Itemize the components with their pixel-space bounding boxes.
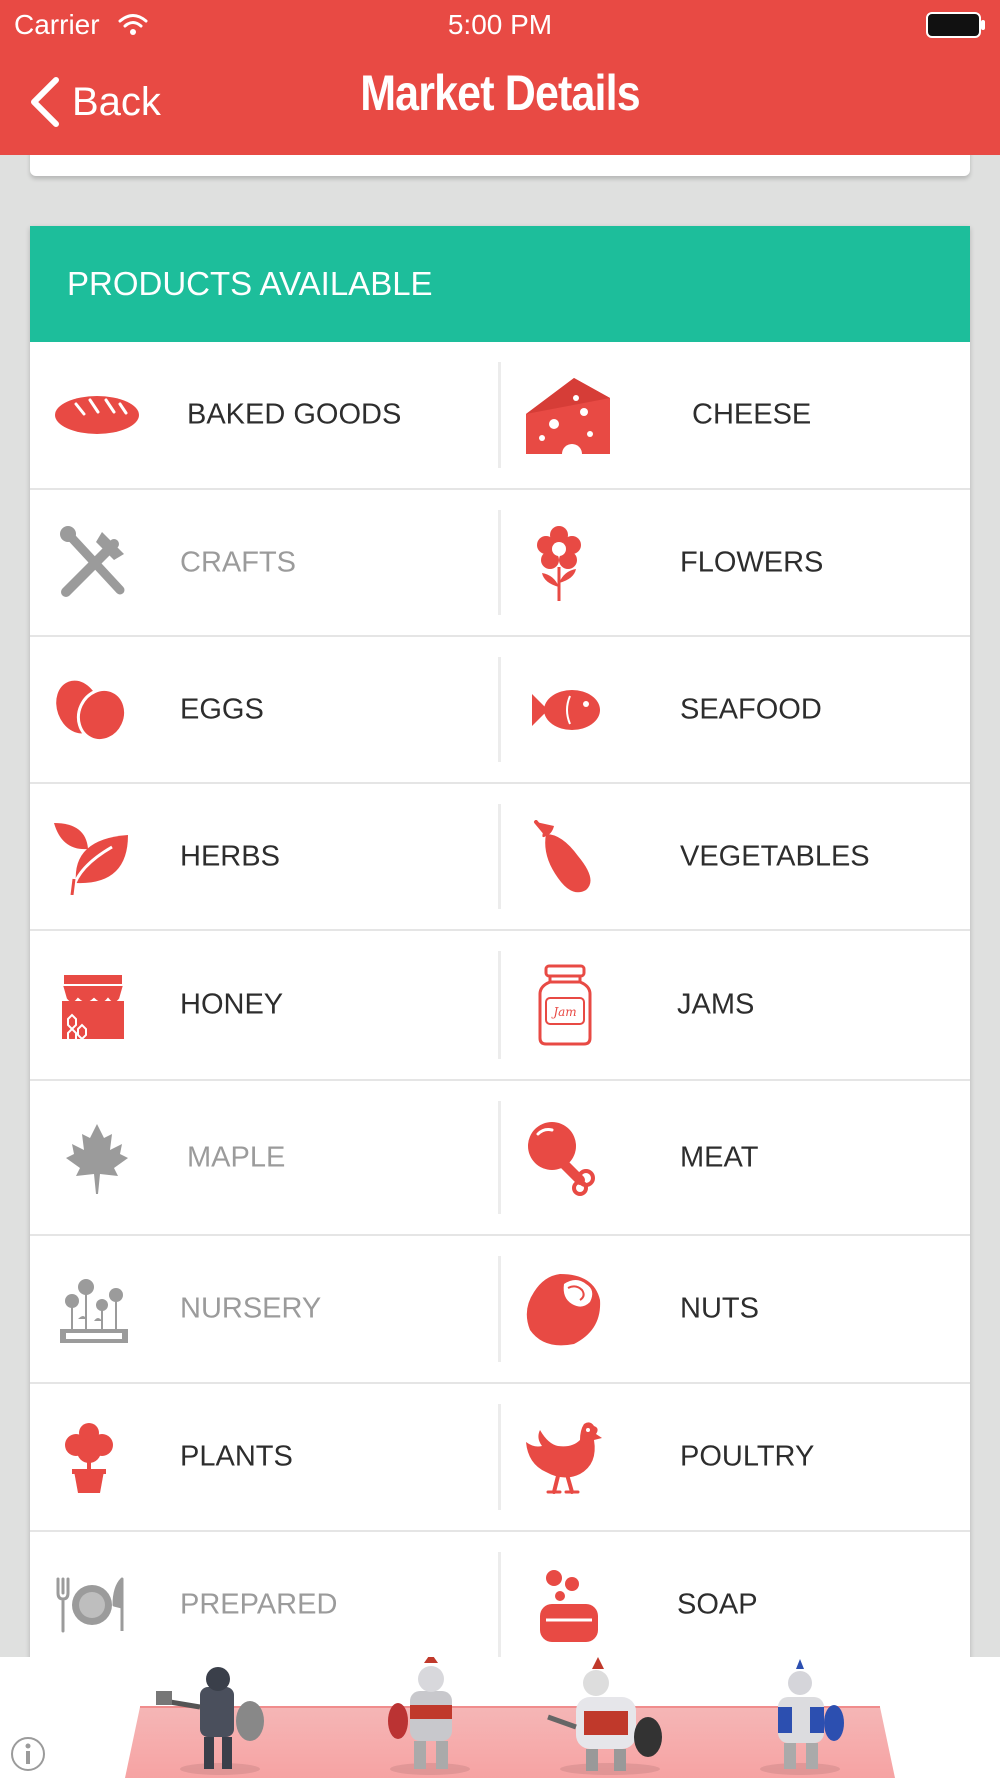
product-nursery[interactable]: NURSERY	[30, 1236, 500, 1382]
battery-icon	[926, 12, 985, 38]
product-label: POULTRY	[680, 1440, 815, 1473]
jam-jar-icon: Jam	[538, 964, 592, 1046]
chicken-icon	[526, 1422, 602, 1494]
product-cheese[interactable]: CHEESE	[500, 342, 970, 488]
product-seafood[interactable]: SEAFOOD	[500, 637, 970, 782]
product-label: CHEESE	[692, 398, 812, 431]
product-meat[interactable]: MEAT	[500, 1081, 970, 1234]
product-crafts[interactable]: CRAFTS	[30, 490, 500, 635]
honey-jar-icon	[60, 975, 126, 1039]
product-jams[interactable]: Jam JAMS	[500, 931, 970, 1079]
product-label: MAPLE	[187, 1141, 286, 1173]
product-label: SEAFOOD	[680, 693, 822, 725]
product-baked-goods[interactable]: BAKED GOODS	[30, 342, 500, 488]
status-time: 5:00 PM	[447, 9, 553, 40]
product-row: BAKED GOODS CHEESE	[30, 342, 970, 490]
potted-tree-icon	[65, 1423, 113, 1493]
product-label: NUTS	[680, 1292, 759, 1325]
product-flowers[interactable]: FLOWERS	[500, 490, 970, 635]
product-label: PLANTS	[180, 1440, 293, 1473]
info-icon[interactable]	[10, 1736, 46, 1772]
drumstick-icon	[528, 1121, 595, 1196]
product-poultry[interactable]: POULTRY	[500, 1384, 970, 1530]
product-label: CRAFTS	[180, 546, 296, 578]
products-header: PRODUCTS AVAILABLE	[30, 226, 970, 342]
product-label: VEGETABLES	[680, 840, 870, 872]
fish-icon	[532, 689, 600, 730]
product-label: JAMS	[677, 988, 755, 1021]
crafts-tools-icon	[60, 525, 125, 597]
soap-bubbles-icon	[540, 1570, 598, 1642]
product-label: BAKED GOODS	[187, 398, 402, 431]
eggs-icon	[56, 680, 128, 742]
product-label: PREPARED	[180, 1588, 338, 1621]
maple-leaf-icon	[66, 1123, 128, 1194]
ad-game-artwork	[125, 1657, 895, 1778]
product-plants[interactable]: PLANTS	[30, 1384, 500, 1530]
flower-icon	[537, 525, 581, 601]
product-row: NURSERY NUTS	[30, 1236, 970, 1384]
product-herbs[interactable]: HERBS	[30, 784, 500, 929]
product-row: PLANTS POULTRY	[30, 1384, 970, 1532]
product-label: MEAT	[680, 1141, 759, 1173]
bread-icon	[55, 396, 139, 434]
navigation-header: Carrier 5:00 PM Back Market Details	[0, 0, 1000, 155]
product-row: CRAFTS FLOWERS	[30, 490, 970, 637]
product-row: EGGS SEAFOOD	[30, 637, 970, 784]
product-label: HONEY	[180, 988, 284, 1021]
product-row: MAPLE MEAT	[30, 1081, 970, 1236]
product-eggs[interactable]: EGGS	[30, 637, 500, 782]
ad-banner[interactable]	[0, 1657, 1000, 1778]
products-card: PRODUCTS AVAILABLE BAKED GOODS CHEESE CR…	[30, 226, 970, 1726]
product-nuts[interactable]: NUTS	[500, 1236, 970, 1382]
product-label: HERBS	[180, 840, 280, 872]
jam-label-text: Jam	[550, 1005, 576, 1019]
nursery-planter-icon	[60, 1279, 128, 1343]
product-label: FLOWERS	[680, 546, 824, 578]
product-row: HERBS VEGETABLES	[30, 784, 970, 931]
product-row: HONEY Jam JAMS	[30, 931, 970, 1081]
product-label: NURSERY	[180, 1292, 322, 1325]
chevron-left-icon	[31, 77, 59, 127]
status-bar: Carrier 5:00 PM	[0, 0, 1000, 50]
product-label: EGGS	[180, 693, 264, 725]
nut-icon	[526, 1274, 601, 1346]
herb-leaves-icon	[54, 822, 128, 895]
app-screen: Carrier 5:00 PM Back Market Details PROD…	[0, 0, 1000, 1778]
product-honey[interactable]: HONEY	[30, 931, 500, 1079]
product-label: SOAP	[677, 1588, 758, 1621]
product-maple[interactable]: MAPLE	[30, 1081, 500, 1234]
page-title: Market Details	[360, 65, 640, 121]
product-vegetables[interactable]: VEGETABLES	[500, 784, 970, 929]
cheese-icon	[526, 378, 610, 454]
eggplant-icon	[534, 819, 591, 892]
plate-fork-knife-icon	[56, 1577, 124, 1633]
